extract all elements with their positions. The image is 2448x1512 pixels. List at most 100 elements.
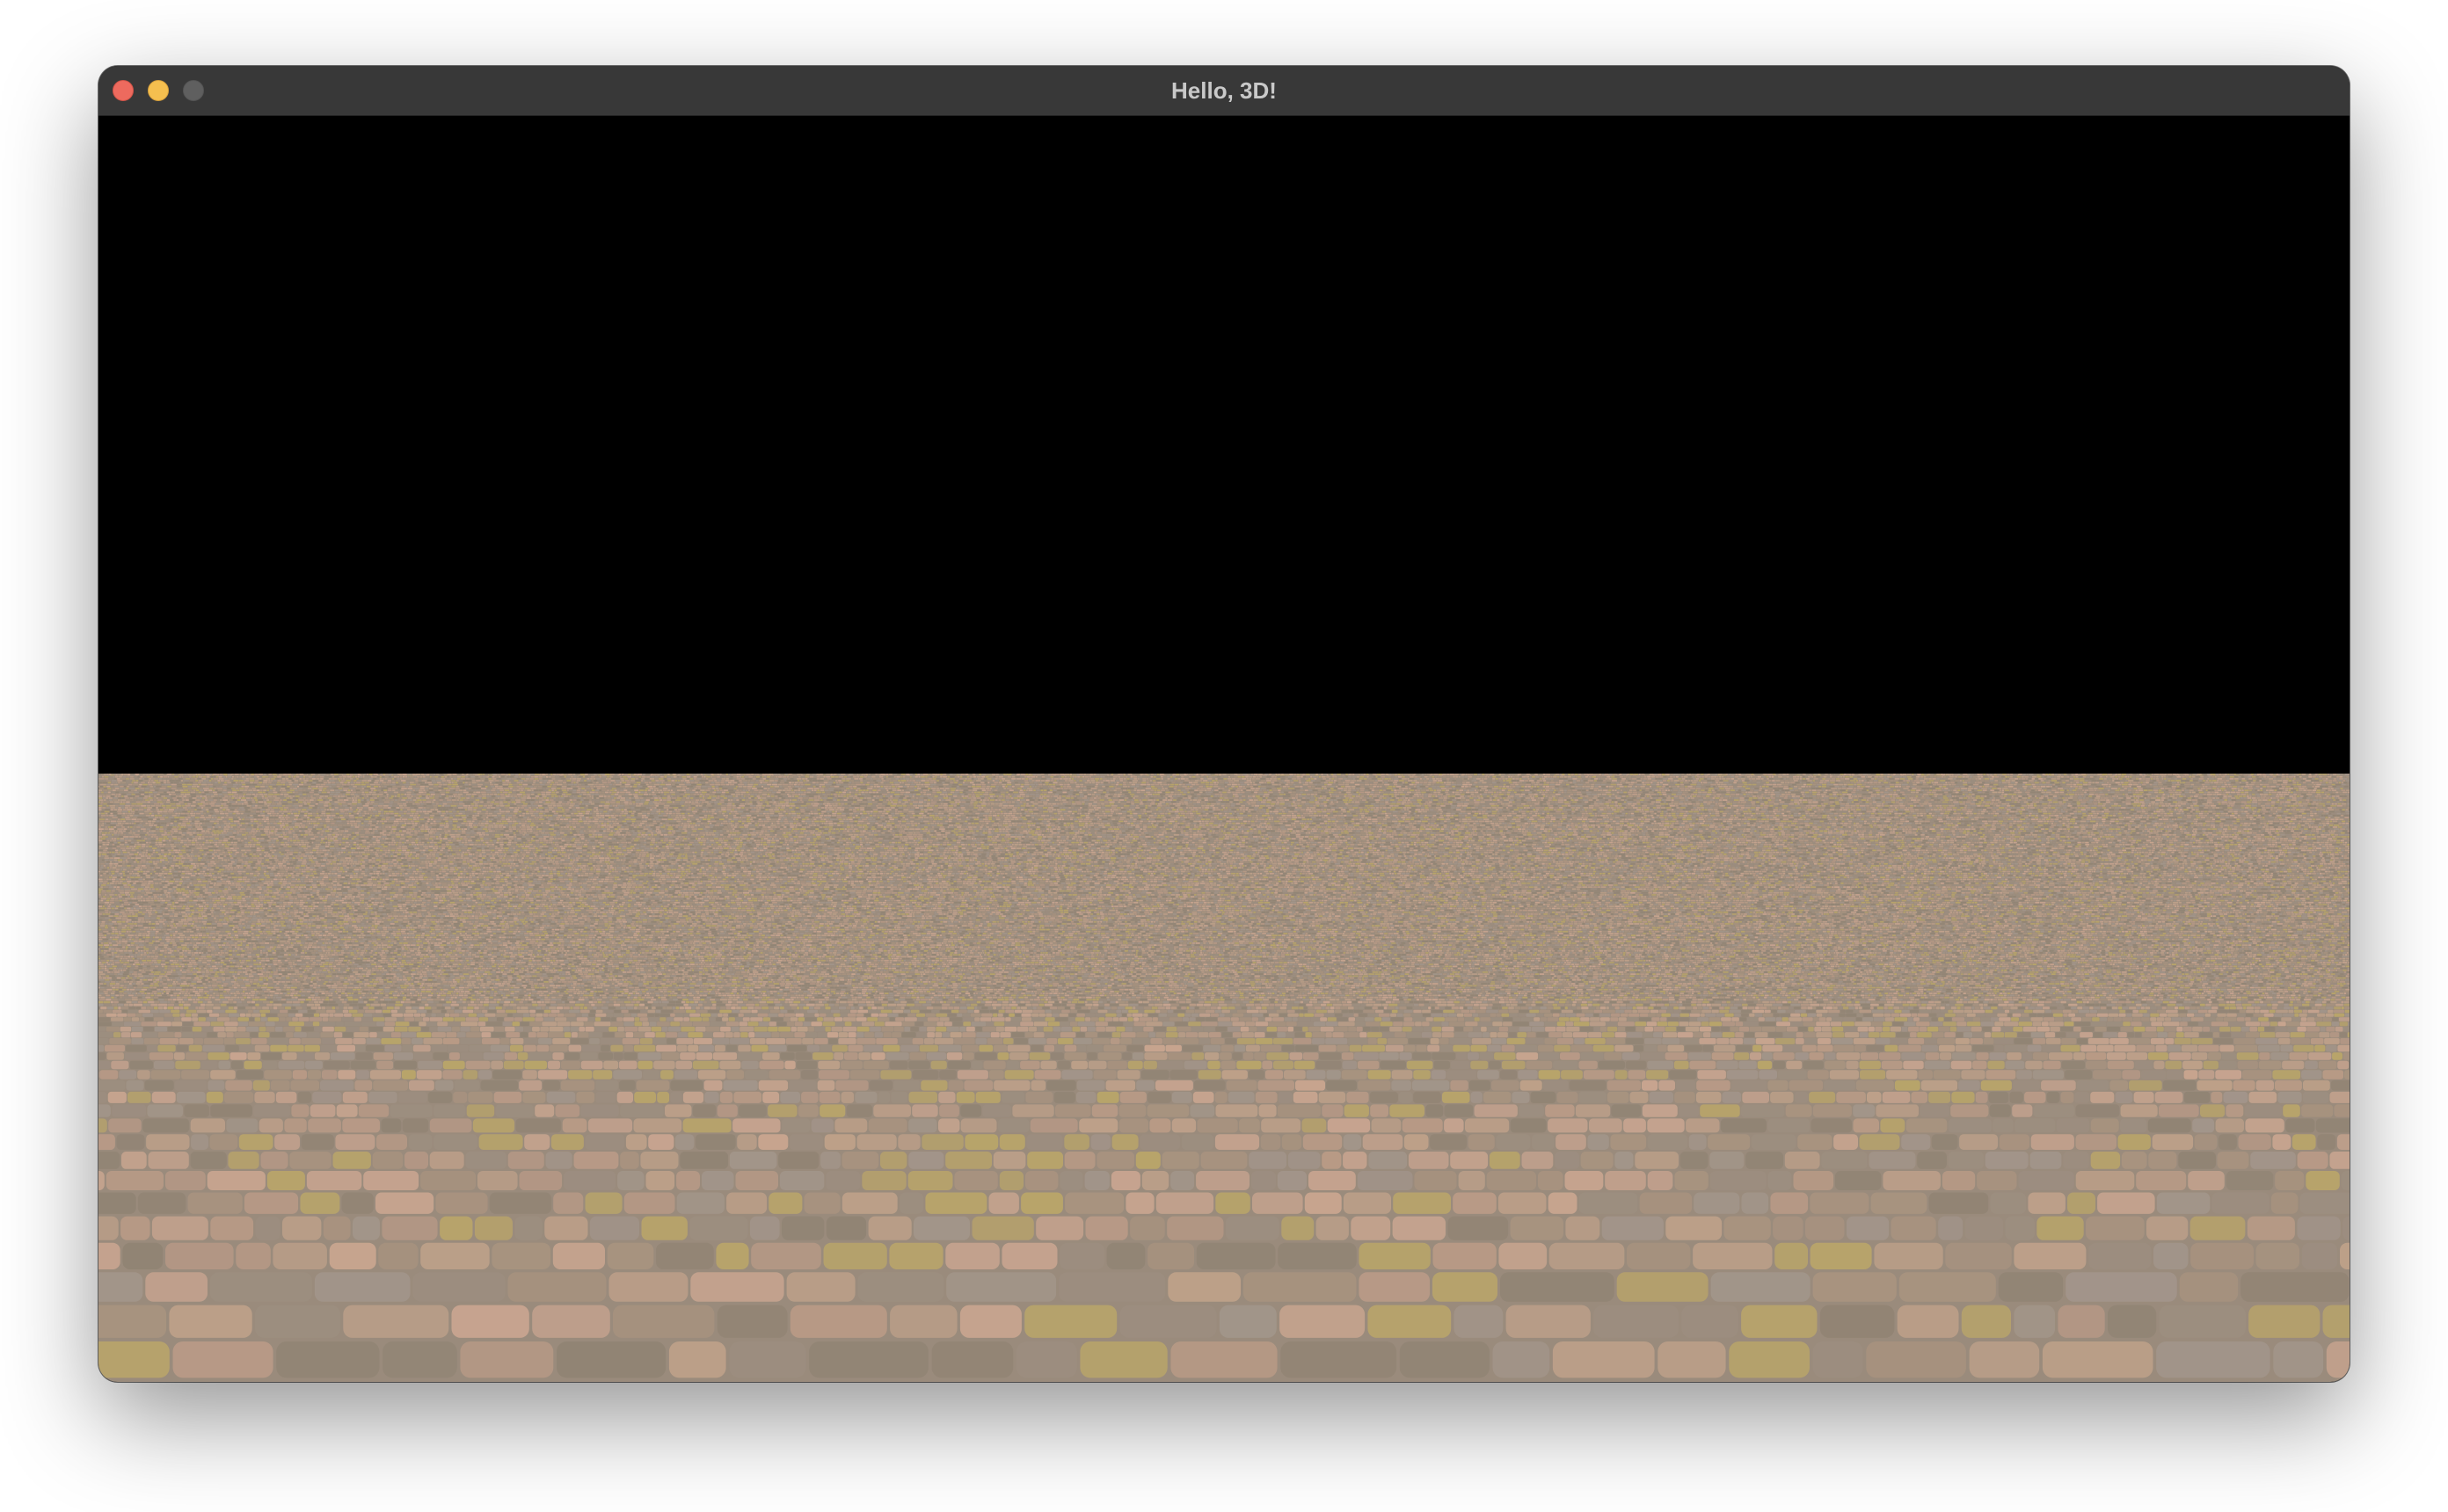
- cobblestone: [553, 1243, 605, 1269]
- cobblestone: [1133, 1052, 1144, 1060]
- cobblestone: [1172, 1118, 1196, 1132]
- cobblestone: [1065, 1193, 1124, 1214]
- cobblestone: [824, 1243, 887, 1269]
- cobblestone: [646, 1171, 675, 1190]
- cobblestone: [1825, 1052, 1836, 1060]
- cobblestone: [1498, 1243, 1547, 1269]
- cobblestone: [373, 1080, 408, 1091]
- cobblestone: [2160, 1305, 2246, 1338]
- cobblestone: [1549, 1243, 1625, 1269]
- cobblestone: [1197, 1243, 1276, 1269]
- cobblestone: [1882, 1061, 1903, 1070]
- cobblestone: [402, 1070, 416, 1079]
- cobblestone: [1938, 1217, 1963, 1240]
- cobblestone: [414, 1052, 433, 1060]
- cobblestone: [1170, 1070, 1198, 1079]
- cobblestone: [1279, 1305, 1365, 1338]
- cobblestone: [1614, 1152, 1633, 1169]
- cobblestone: [878, 1092, 890, 1103]
- cobblestone: [801, 1070, 818, 1079]
- cobblestone: [473, 1118, 514, 1132]
- cobblestone: [2076, 1134, 2117, 1150]
- cobblestone: [98, 1045, 104, 1052]
- cobblestone: [1808, 1070, 1829, 1079]
- cobblestone: [98, 1134, 115, 1150]
- cobblestone: [1626, 1061, 1647, 1070]
- cobblestone: [994, 1045, 1007, 1052]
- cobblestone: [1490, 1152, 1520, 1169]
- cobblestone: [1669, 1070, 1696, 1079]
- cobblestone: [412, 1272, 505, 1302]
- cobblestone: [998, 1118, 1029, 1132]
- cobblestone: [1794, 1171, 1834, 1190]
- cobblestone: [1500, 1070, 1518, 1079]
- cobblestone: [900, 1193, 923, 1214]
- cobblestone: [1965, 1217, 2003, 1240]
- cobblestone: [1351, 1217, 1390, 1240]
- cobblestone: [1786, 1061, 1802, 1070]
- cobblestone: [1650, 1092, 1674, 1103]
- cobblestone: [1846, 1061, 1858, 1070]
- cobblestone: [108, 1118, 142, 1132]
- cobblestone: [1379, 1052, 1398, 1060]
- cobblestone: [1611, 1104, 1641, 1116]
- cobblestone: [720, 1092, 733, 1103]
- cobblestone: [1239, 1118, 1260, 1132]
- title-bar[interactable]: Hello, 3D!: [98, 66, 2350, 116]
- cobblestone: [842, 1152, 879, 1169]
- cobblestone: [236, 1038, 251, 1044]
- cobblestone: [1762, 1045, 1782, 1052]
- cobblestone: [144, 1038, 159, 1044]
- cobblestone: [920, 1045, 938, 1052]
- cobblestone: [733, 1092, 761, 1103]
- cobblestone: [184, 1104, 209, 1116]
- cobblestone: [954, 1171, 997, 1190]
- cobblestone: [726, 1193, 767, 1214]
- cobblestone: [289, 1152, 331, 1169]
- cobblestone: [1415, 1171, 1457, 1190]
- cobblestone: [1089, 1061, 1107, 1070]
- cobblestone: [1344, 1193, 1391, 1214]
- cobblestone: [696, 1134, 736, 1150]
- cobblestone: [1518, 1070, 1538, 1079]
- cobblestone: [819, 1070, 849, 1079]
- cobblestone: [1483, 1092, 1511, 1103]
- cobblestone: [1359, 1272, 1430, 1302]
- cobblestone: [619, 1080, 636, 1091]
- cobblestone: [1471, 1092, 1483, 1103]
- cobblestone: [1007, 1061, 1020, 1070]
- cobblestone: [543, 1080, 560, 1091]
- cobblestone: [617, 1092, 633, 1103]
- cobblestone: [520, 1171, 563, 1190]
- cobblestone: [2034, 1104, 2075, 1116]
- cobblestone: [484, 1052, 504, 1060]
- cobblestone: [177, 1092, 206, 1103]
- cobblestone: [677, 1045, 688, 1052]
- cobblestone: [320, 1080, 353, 1091]
- cobblestone: [194, 1038, 203, 1044]
- cobblestone: [2326, 1045, 2337, 1052]
- cobblestone: [2058, 1305, 2104, 1338]
- cobblestone: [699, 1045, 714, 1052]
- cobblestone: [1867, 1092, 1882, 1103]
- cobblestone: [812, 1118, 834, 1132]
- cobblestone: [239, 1134, 273, 1150]
- cobblestone: [1416, 1045, 1426, 1052]
- cobblestone: [1836, 1092, 1866, 1103]
- cobblestone: [675, 1061, 692, 1070]
- cobblestone: [1646, 1070, 1668, 1079]
- cobblestone: [117, 1134, 145, 1150]
- cobblestone: [1886, 1070, 1917, 1079]
- cobblestone: [634, 1092, 656, 1103]
- cobblestone: [478, 1070, 492, 1079]
- cobblestone: [1025, 1171, 1058, 1190]
- cobblestone: [1000, 1171, 1024, 1190]
- cobblestone: [1898, 1045, 1921, 1052]
- render-viewport[interactable]: [98, 116, 2350, 1382]
- cobblestone: [1471, 1045, 1487, 1052]
- cobblestone: [305, 1061, 323, 1070]
- cobblestone: [1990, 1104, 2011, 1116]
- cobblestone: [1065, 1052, 1087, 1060]
- cobblestone: [946, 1272, 1056, 1302]
- cobblestone: [787, 1272, 856, 1302]
